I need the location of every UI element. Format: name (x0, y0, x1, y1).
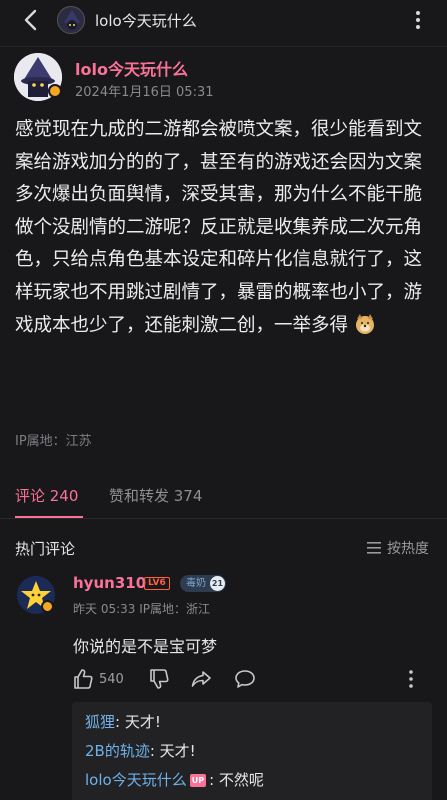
sort-lines-icon (367, 542, 381, 554)
fan-medal-name: 毒奶 (186, 578, 206, 589)
comment-actions: 540 (72, 668, 432, 692)
post-ip-location: IP属地：江苏 (15, 434, 92, 449)
comment-text: 你说的是不是宝可梦 (73, 637, 218, 656)
reply-author[interactable]: 狐狸 (85, 713, 115, 731)
reply-item[interactable]: 狐狸: 天才! (85, 711, 161, 732)
fan-medal-level: 21 (210, 576, 225, 591)
back-arrow-icon[interactable] (20, 8, 44, 32)
divider (0, 46, 447, 47)
dislike-icon[interactable] (148, 668, 170, 690)
up-badge: UP (189, 774, 207, 787)
reply-item[interactable]: lolo今天玩什么 UP: 不然呢 (85, 769, 264, 790)
fan-medal[interactable]: 毒奶 21 (180, 575, 226, 592)
doge-emoji-icon (355, 313, 374, 334)
share-icon[interactable] (190, 668, 212, 690)
commenter-badge-icon (41, 600, 54, 613)
verified-badge-icon (48, 84, 62, 98)
sort-button[interactable]: 按热度 (366, 538, 429, 558)
reply-author[interactable]: 2B的轨迹 (85, 742, 150, 760)
reply-author[interactable]: lolo今天玩什么 (85, 771, 187, 789)
author-name[interactable]: lolo今天玩什么 (75, 56, 188, 80)
like-count: 540 (99, 672, 124, 687)
post-text: 感觉现在九成的二游都会被喷文案，很少能看到文案给游戏加分的的了，甚至有的游戏还会… (15, 119, 423, 336)
sort-label: 按热度 (387, 541, 429, 557)
reply-text: : 天才! (115, 713, 161, 731)
reply-text: : 不然呢 (209, 771, 264, 789)
reply-item[interactable]: 2B的轨迹: 天才! (85, 740, 196, 761)
tab-comments[interactable]: 评论 240 (15, 485, 78, 506)
more-options-icon[interactable] (408, 8, 428, 32)
page-title: lolo今天玩什么 (95, 12, 197, 30)
hot-comments-title: 热门评论 (15, 540, 76, 558)
divider (0, 518, 447, 519)
wizard-avatar-icon (64, 10, 80, 30)
post-body: 感觉现在九成的二游都会被喷文案，很少能看到文案给游戏加分的的了，甚至有的游戏还会… (15, 114, 435, 342)
top-author-avatar[interactable] (57, 6, 85, 34)
commenter-name[interactable]: hyun310 (73, 574, 146, 592)
reply-preview-box[interactable]: 狐狸: 天才! 2B的轨迹: 天才! lolo今天玩什么 UP: 不然呢 (72, 702, 432, 800)
tab-bar: 评论 240 赞和转发 374 (0, 476, 447, 520)
tab-likes-reposts[interactable]: 赞和转发 374 (109, 485, 202, 506)
comment-meta: 昨天 05:33 IP属地：浙江 (73, 602, 210, 616)
top-bar: lolo今天玩什么 (0, 0, 447, 40)
reply-icon[interactable] (234, 668, 256, 690)
comment-more-icon[interactable] (403, 668, 419, 690)
post-time: 2024年1月16日 05:31 (75, 85, 214, 100)
level-badge: LV6 (144, 577, 170, 590)
like-icon[interactable] (72, 668, 94, 690)
reply-text: : 天才! (149, 742, 196, 760)
